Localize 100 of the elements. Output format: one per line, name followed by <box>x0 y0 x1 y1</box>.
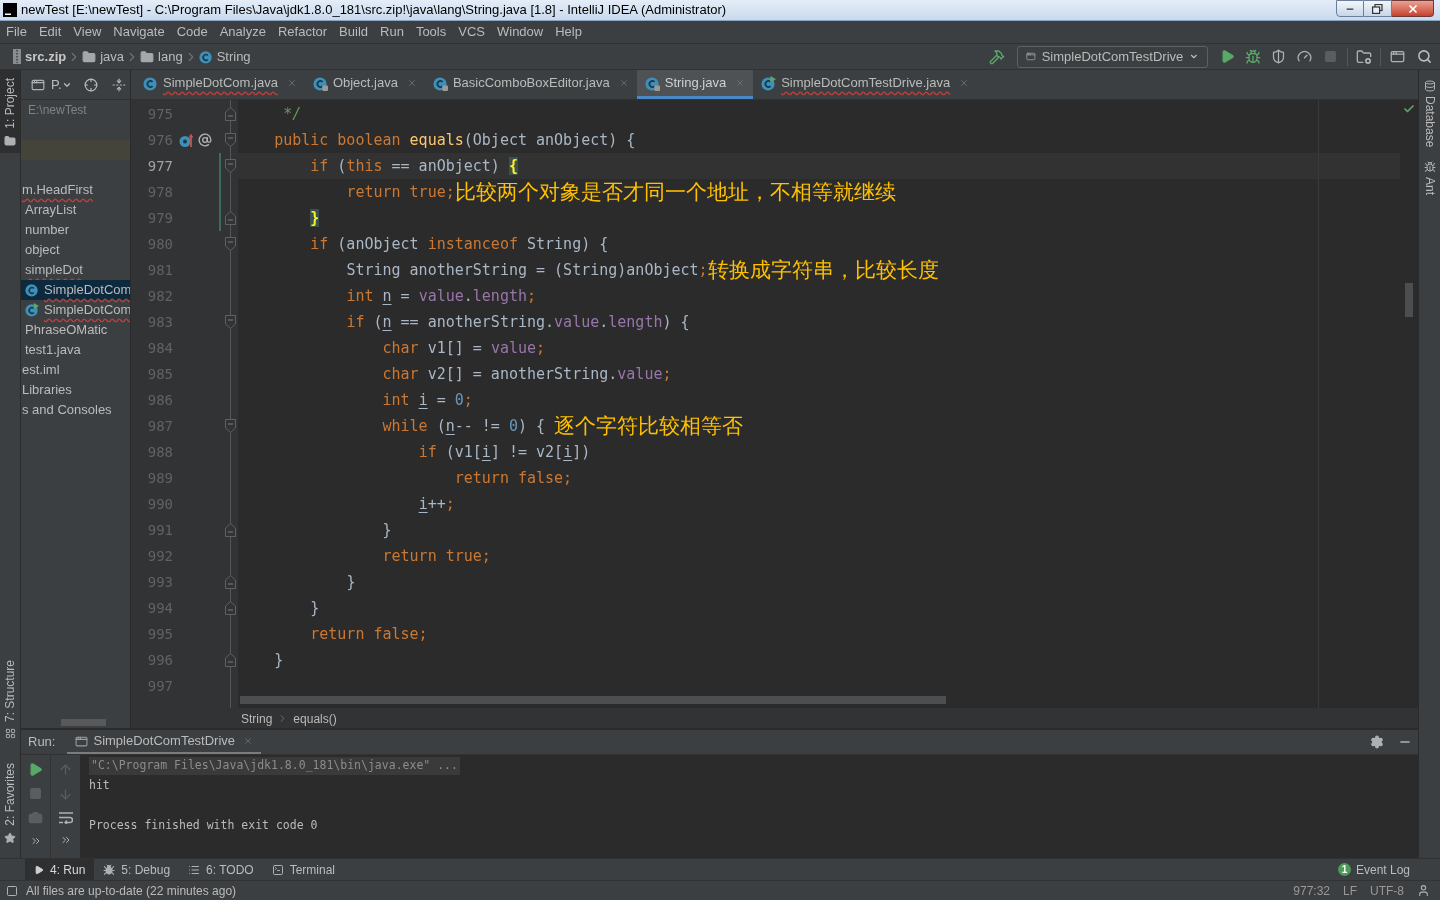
folder-gear-icon[interactable] <box>1356 48 1372 65</box>
project-tree-item[interactable]: object <box>21 240 130 260</box>
fold-marker-icon[interactable] <box>224 315 236 329</box>
breadcrumb-item[interactable]: String <box>198 46 251 67</box>
fold-marker-icon[interactable] <box>224 653 236 667</box>
at-sign-icon[interactable] <box>198 133 212 147</box>
tool-window-tab[interactable]: 5: Debug <box>94 859 180 880</box>
menu-item[interactable]: Tools <box>415 22 447 42</box>
minimize-button[interactable] <box>1336 0 1364 17</box>
menu-item[interactable]: Window <box>496 22 544 42</box>
soft-wrap-icon[interactable] <box>58 812 73 824</box>
view-selector[interactable]: P. <box>51 74 72 95</box>
editor-tab[interactable]: SimpleDotCom.java <box>135 70 305 99</box>
close-icon[interactable] <box>406 78 417 88</box>
fold-marker-icon[interactable] <box>224 107 236 121</box>
tool-window-tab[interactable]: 2: Favorites <box>0 757 20 850</box>
project-tree-item[interactable]: SimpleDotCom <box>21 300 130 320</box>
collapse-icon[interactable] <box>111 77 126 92</box>
project-tree-item[interactable]: Libraries <box>21 380 130 400</box>
breadcrumb-item[interactable]: String <box>241 709 273 728</box>
menu-item[interactable]: VCS <box>458 22 485 42</box>
project-tree-item[interactable]: est.iml <box>21 360 130 380</box>
project-tree-item[interactable]: PhraseOMatic <box>21 320 130 340</box>
file-encoding[interactable]: UTF-8 <box>1370 881 1404 900</box>
close-icon[interactable] <box>243 736 254 746</box>
fold-marker-icon[interactable] <box>224 211 236 225</box>
settings-icon[interactable] <box>1370 735 1384 749</box>
breadcrumb-item[interactable]: equals() <box>293 709 337 728</box>
run-icon[interactable] <box>1220 49 1235 64</box>
tool-window-tab[interactable]: 7: Structure <box>0 654 20 746</box>
crosshair-icon[interactable] <box>83 77 98 92</box>
project-tree-item[interactable]: ArrayList <box>21 200 130 220</box>
editor-tab[interactable]: String.java <box>636 70 754 99</box>
event-log-button[interactable]: 1 Event Log <box>1337 859 1410 880</box>
shield-icon[interactable] <box>1271 49 1286 64</box>
square-icon[interactable] <box>6 884 18 897</box>
menu-item[interactable]: View <box>73 22 102 42</box>
breadcrumb-item[interactable]: src.zip <box>13 46 67 67</box>
menu-item[interactable]: Navigate <box>113 22 165 42</box>
tool-window-tab[interactable]: 1: Project <box>0 70 20 153</box>
window-icon[interactable] <box>1390 49 1405 64</box>
vertical-scrollbar[interactable] <box>1405 283 1413 317</box>
editor-tab[interactable]: BasicComboBoxEditor.java <box>424 70 637 99</box>
fold-marker-icon[interactable] <box>224 601 236 615</box>
fold-marker-icon[interactable] <box>224 575 236 589</box>
bug-icon[interactable] <box>1245 48 1261 65</box>
close-icon[interactable] <box>286 78 297 88</box>
tool-window-tab[interactable]: Ant <box>1422 161 1437 196</box>
more-icon[interactable] <box>59 834 72 846</box>
project-tree-item[interactable]: number <box>21 220 130 240</box>
menu-item[interactable]: Refactor <box>277 22 328 42</box>
camera-icon[interactable] <box>28 810 43 825</box>
arrow-down-icon[interactable] <box>58 787 73 802</box>
folder-icon <box>4 134 16 147</box>
menu-item[interactable]: Run <box>380 22 404 42</box>
menu-item[interactable]: Build <box>339 22 368 42</box>
project-tree-item[interactable]: simpleDot <box>21 260 130 280</box>
run-configuration-dropdown[interactable]: SimpleDotComTestDrive <box>1017 45 1208 68</box>
project-tree-item[interactable]: m.HeadFirst <box>21 180 130 200</box>
tool-window-tab[interactable]: 4: Run <box>25 859 95 880</box>
close-icon[interactable] <box>618 78 629 88</box>
menu-item[interactable]: Analyze <box>219 22 266 42</box>
menu-item[interactable]: Edit <box>38 22 62 42</box>
breadcrumb-item[interactable]: lang <box>140 46 183 67</box>
breadcrumb-item[interactable]: java <box>82 46 125 67</box>
hammer-icon[interactable] <box>989 48 1005 65</box>
runnable-class-icon <box>25 303 39 317</box>
menu-item[interactable]: Code <box>176 22 208 42</box>
more-icon[interactable] <box>29 835 42 847</box>
gauge-icon[interactable] <box>1297 49 1312 64</box>
menu-item[interactable]: File <box>6 22 27 42</box>
project-tree-item[interactable]: s and Consoles <box>21 400 130 420</box>
rerun-icon[interactable] <box>28 762 43 777</box>
horizontal-scrollbar[interactable] <box>61 719 106 726</box>
tool-window-tab[interactable]: Database <box>1422 80 1437 148</box>
close-icon[interactable] <box>959 78 970 88</box>
fold-marker-icon[interactable] <box>224 523 236 537</box>
fold-marker-icon[interactable] <box>224 159 236 173</box>
tool-window-tab[interactable]: 6: TODO <box>179 859 263 880</box>
fold-marker-icon[interactable] <box>224 133 236 147</box>
restore-button[interactable] <box>1364 0 1392 17</box>
project-tree-item[interactable]: SimpleDotCom <box>21 280 130 300</box>
stop-icon[interactable] <box>1324 50 1337 63</box>
fold-marker-icon[interactable] <box>224 237 236 251</box>
arrow-up-icon[interactable] <box>58 762 73 777</box>
tool-window-tab[interactable]: Terminal <box>262 859 344 880</box>
search-icon[interactable] <box>1417 49 1432 64</box>
code-line: } <box>309 598 320 619</box>
person-icon[interactable] <box>1417 884 1430 897</box>
editor-tab[interactable]: Object.java <box>304 70 425 99</box>
horizontal-scrollbar[interactable] <box>240 696 946 704</box>
line-separator[interactable]: LF <box>1343 881 1357 900</box>
stop-icon[interactable] <box>29 787 42 800</box>
project-tree-item[interactable]: test1.java <box>21 340 130 360</box>
menu-item[interactable]: Help <box>555 22 582 42</box>
fold-marker-icon[interactable] <box>224 419 236 433</box>
editor-tab[interactable]: SimpleDotComTestDrive.java <box>753 70 978 99</box>
close-button[interactable] <box>1392 0 1434 17</box>
caret-position[interactable]: 977:32 <box>1293 881 1330 900</box>
close-icon[interactable] <box>735 78 746 88</box>
